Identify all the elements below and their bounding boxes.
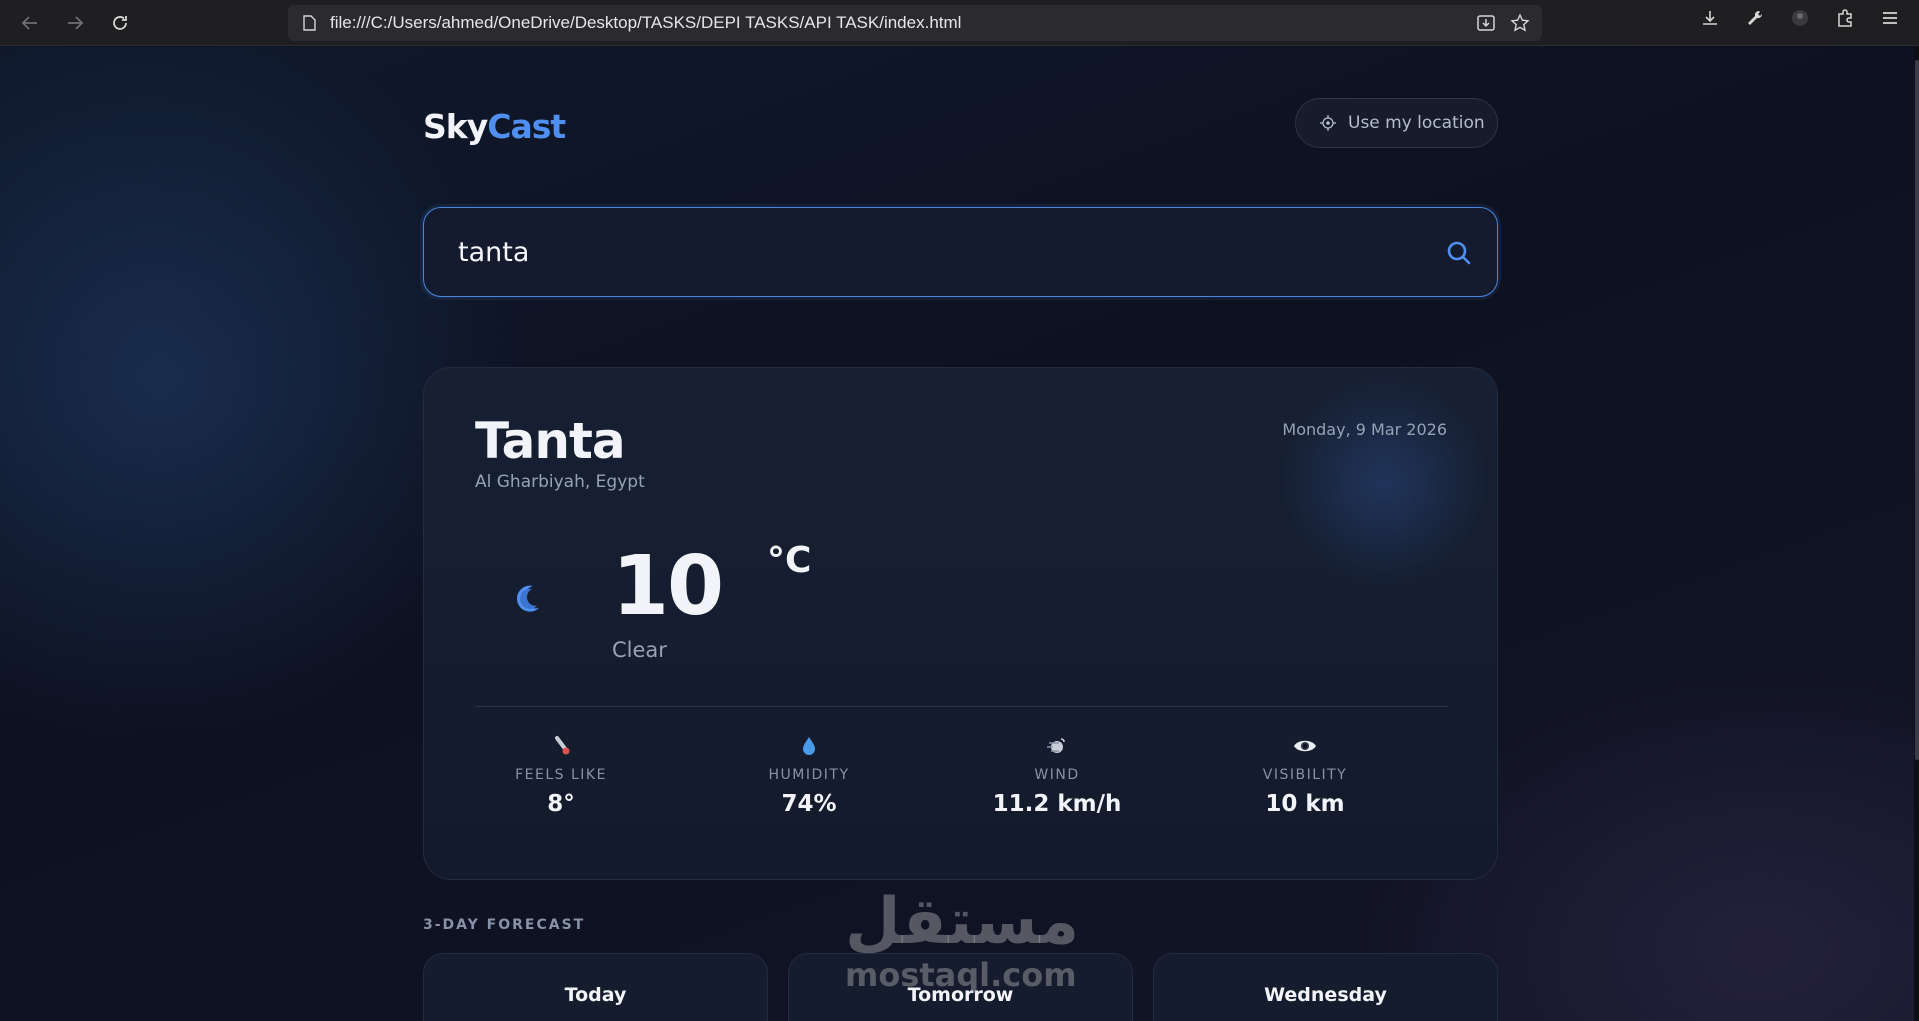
menu-icon[interactable] [1880,8,1900,33]
thermometer-icon [461,733,661,759]
install-icon[interactable] [1476,13,1496,38]
use-location-button[interactable]: Use my location [1295,98,1498,148]
condition-text: Clear [612,638,667,662]
stat-value: 74% [781,791,837,817]
current-weather-card: Tanta Al Gharbiyah, Egypt Monday, 9 Mar … [423,367,1498,880]
stat-feels-like: FEELS LIKE 8° [461,733,661,817]
droplet-icon [709,733,909,759]
wind-icon [957,733,1157,759]
page: SkyCast Use my location Tanta Al Gharbiy… [0,47,1914,1021]
stat-label: HUMIDITY [768,767,850,783]
stat-value: 8° [547,791,575,817]
scrollbar-thumb[interactable] [1915,60,1919,760]
stat-value: 10 km [1265,791,1345,817]
search-icon [1447,241,1471,265]
forecast-card-today[interactable]: Today [423,953,768,1021]
address-bar[interactable]: file:///C:/Users/ahmed/OneDrive/Desktop/… [288,5,1542,41]
wrench-icon[interactable] [1745,8,1765,33]
eye-icon [1205,733,1405,759]
stat-label: FEELS LIKE [515,767,607,783]
browser-toolbar: file:///C:/Users/ahmed/OneDrive/Desktop/… [0,0,1919,46]
forward-button[interactable] [60,8,90,38]
temperature: 10 [612,539,724,634]
search-input[interactable] [458,236,1358,268]
moon-icon [509,580,545,616]
use-location-label: Use my location [1348,113,1485,133]
extensions-icon[interactable] [1835,8,1855,33]
logo-sky: Sky [423,107,488,146]
stat-value: 11.2 km/h [992,791,1122,817]
stat-label: WIND [1034,767,1080,783]
search-button[interactable] [1445,239,1473,267]
current-date: Monday, 9 Mar 2026 [1282,420,1447,439]
divider [475,706,1448,707]
stat-label: VISIBILITY [1262,767,1348,783]
stat-humidity: HUMIDITY 74% [709,733,909,817]
arrow-left-icon [21,16,37,30]
reload-button[interactable] [105,8,135,38]
url-text: file:///C:/Users/ahmed/OneDrive/Desktop/… [330,13,962,32]
back-button[interactable] [15,8,45,38]
forecast-day: Today [564,984,627,1006]
city-name: Tanta [475,412,626,470]
forecast-card-wednesday[interactable]: Wednesday [1153,953,1498,1021]
reload-icon [113,16,127,30]
forecast-day: Wednesday [1264,984,1387,1006]
star-icon[interactable] [1510,13,1530,38]
stat-visibility: VISIBILITY 10 km [1205,733,1405,817]
forecast-day: Tomorrow [907,984,1014,1006]
city-region: Al Gharbiyah, Egypt [475,472,645,492]
crosshair-icon [1320,115,1336,131]
profile-icon[interactable] [1790,8,1810,33]
logo[interactable]: SkyCast [423,107,566,146]
file-icon [303,15,316,31]
forecast-card-tomorrow[interactable]: Tomorrow [788,953,1133,1021]
watermark-arabic: مستقل [845,885,1080,959]
temperature-unit: °C [767,540,812,581]
download-icon[interactable] [1700,8,1720,33]
search-box [423,207,1498,297]
stat-wind: WIND 11.2 km/h [957,733,1157,817]
logo-cast: Cast [487,107,566,146]
forecast-title: 3-DAY FORECAST [423,917,586,933]
arrow-right-icon [68,16,84,30]
